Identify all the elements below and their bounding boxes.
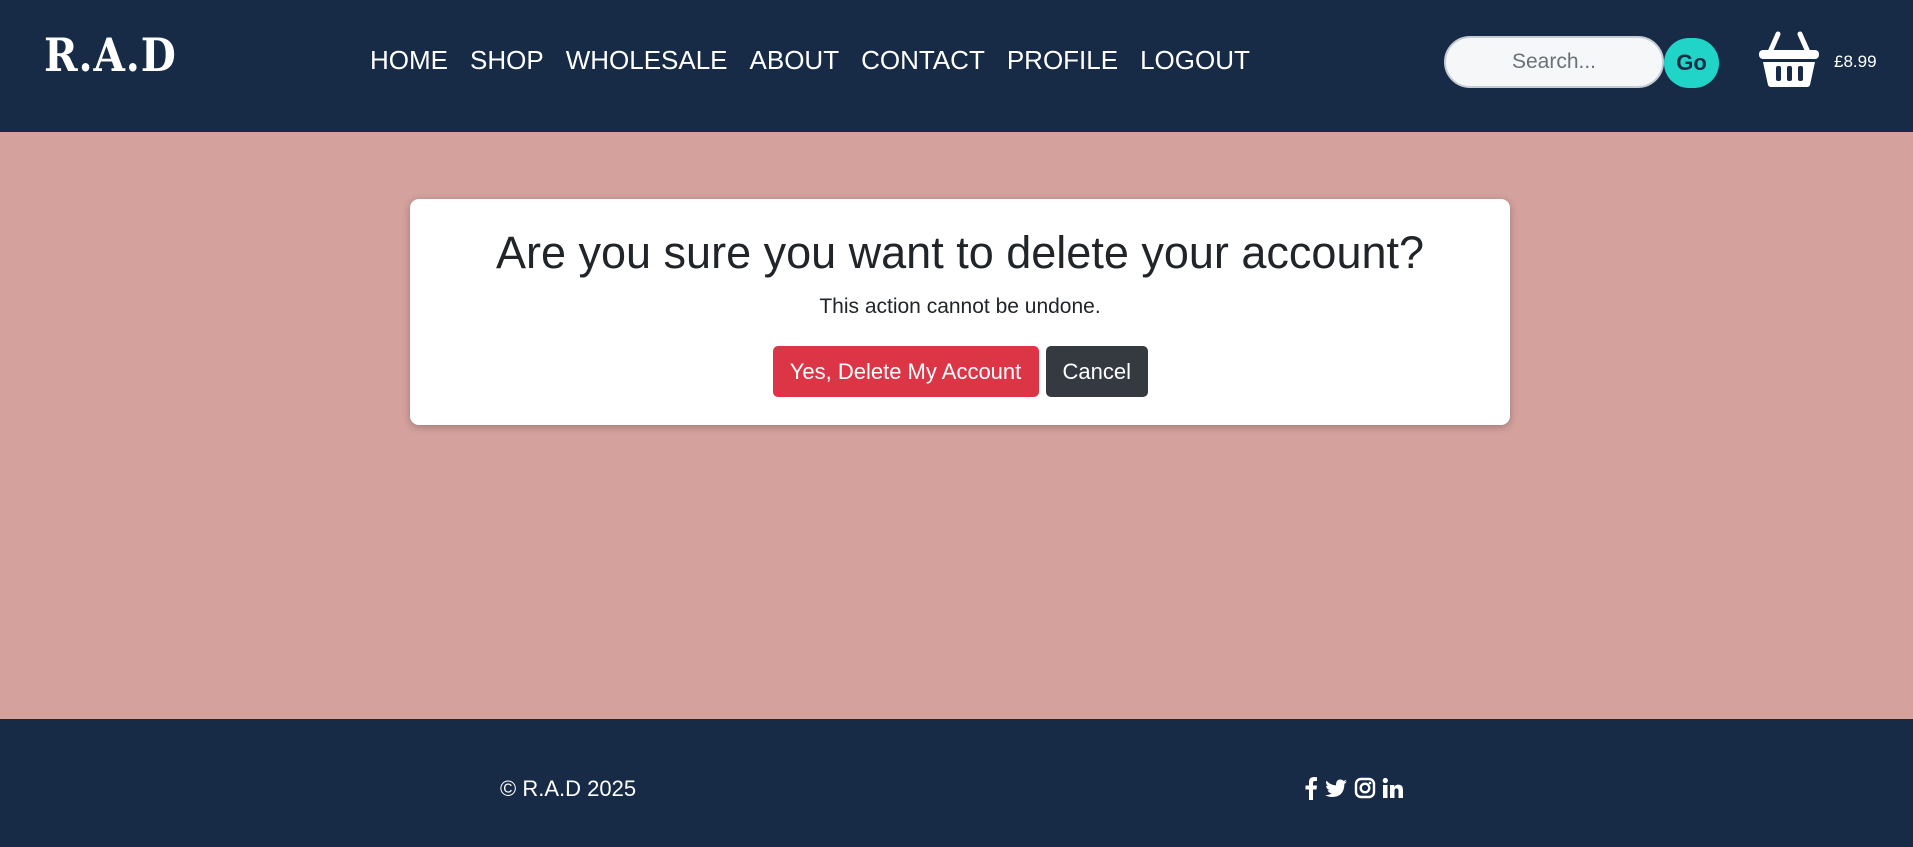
basket-total: £8.99 bbox=[1834, 52, 1877, 71]
nav-item-profile[interactable]: PROFILE bbox=[1007, 45, 1118, 76]
site-footer: © R.A.D 2025 bbox=[0, 719, 1913, 847]
nav-item-shop[interactable]: SHOP bbox=[470, 45, 544, 76]
search-go-button[interactable]: Go bbox=[1664, 38, 1719, 88]
dialog-message: This action cannot be undone. bbox=[819, 295, 1101, 318]
nav-item-about[interactable]: ABOUT bbox=[750, 45, 840, 76]
nav-item-wholesale[interactable]: WHOLESALE bbox=[566, 45, 728, 76]
main-nav: HOME SHOP WHOLESALE ABOUT CONTACT PROFIL… bbox=[370, 45, 1250, 76]
nav-item-home[interactable]: HOME bbox=[370, 45, 448, 76]
dialog-actions: Yes, Delete My Account Cancel bbox=[410, 346, 1510, 397]
confirm-delete-button[interactable]: Yes, Delete My Account bbox=[772, 346, 1039, 397]
social-links bbox=[1304, 776, 1404, 800]
facebook-icon[interactable] bbox=[1304, 776, 1318, 800]
dialog-title: Are you sure you want to delete your acc… bbox=[495, 227, 1425, 278]
linkedin-icon[interactable] bbox=[1382, 776, 1404, 800]
site-logo[interactable]: R.A.D bbox=[44, 28, 177, 82]
search-input[interactable] bbox=[1444, 36, 1664, 88]
nav-item-contact[interactable]: CONTACT bbox=[861, 45, 985, 76]
shopping-basket-icon[interactable] bbox=[1758, 30, 1820, 88]
site-header: R.A.D HOME SHOP WHOLESALE ABOUT CONTACT … bbox=[0, 0, 1913, 132]
nav-item-logout[interactable]: LOGOUT bbox=[1140, 45, 1250, 76]
instagram-icon[interactable] bbox=[1354, 776, 1376, 800]
cancel-button[interactable]: Cancel bbox=[1045, 346, 1148, 397]
delete-account-dialog: Are you sure you want to delete your acc… bbox=[410, 199, 1510, 425]
copyright-text: © R.A.D 2025 bbox=[500, 776, 637, 801]
twitter-icon[interactable] bbox=[1324, 776, 1348, 800]
